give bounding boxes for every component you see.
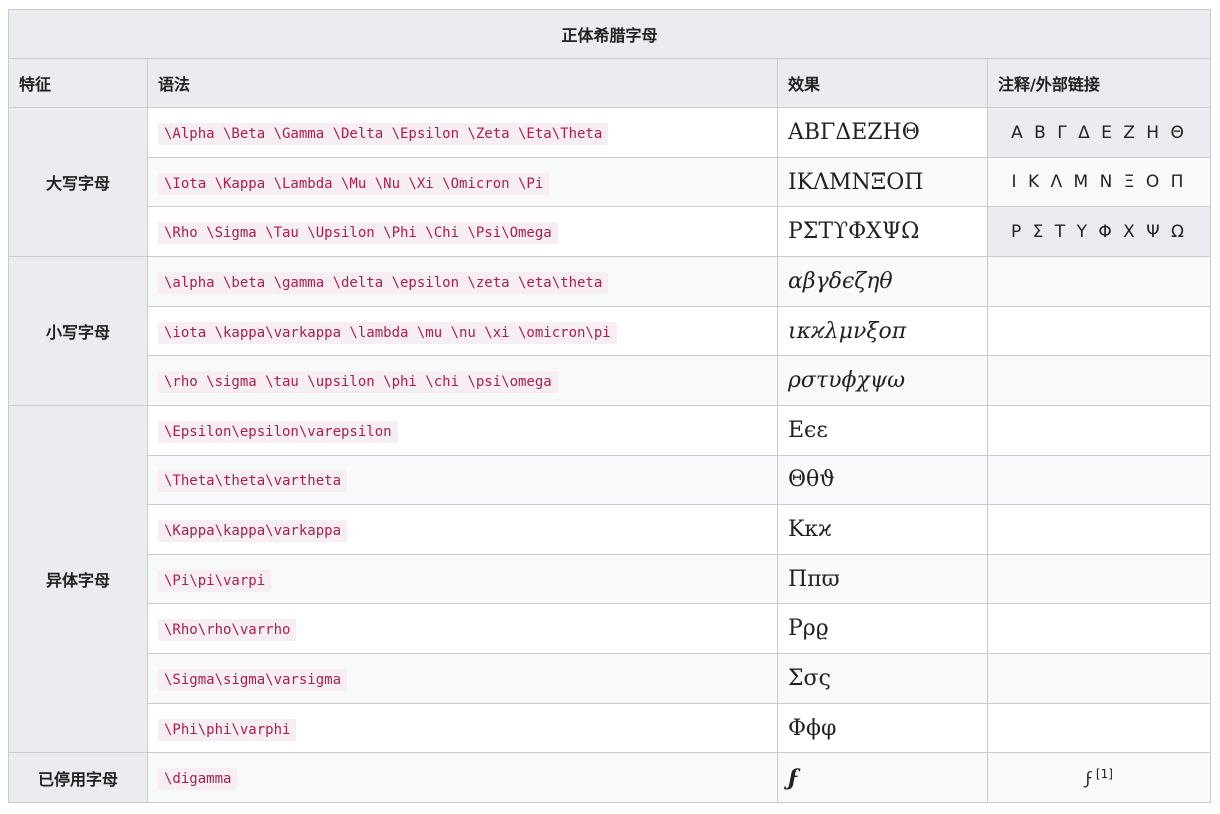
effect-cell: Ρρϱ [777,603,988,655]
header-effect: 效果 [777,57,988,109]
greek-letters-table: 正体希腊字母 特征 语法 效果 注释/外部链接 大写字母 \Alpha \Bet… [7,9,1212,803]
syntax-code: \Rho \Sigma \Tau \Upsilon \Phi \Chi \Psi… [158,222,558,245]
syntax-code: \Alpha \Beta \Gamma \Delta \Epsilon \Zet… [158,123,609,146]
effect-cell: αβγδϵζηθ [777,256,988,307]
syntax-code: \alpha \beta \gamma \delta \epsilon \zet… [158,271,609,294]
syntax-code: \Rho\rho\varrho [158,619,297,642]
note-cell [986,404,1212,456]
effect-cell: ΙΚΛΜΝΞΟΠ [777,156,988,208]
syntax-code: \rho \sigma \tau \upsilon \phi \chi \psi… [158,371,558,394]
note-cell [986,702,1212,754]
effect-cell: Φϕφ [777,702,988,754]
note-cell: Ι Κ Λ Μ Ν Ξ Ο Π [986,156,1212,208]
note-cell: Ρ Σ Τ Υ Φ Χ Ψ Ω [986,206,1212,258]
effect-cell: ΡΣΤϒΦΧΨΩ [777,206,988,258]
syntax-code: \Sigma\sigma\varsigma [158,668,348,691]
effect-cell: Κκϰ [777,504,988,555]
group-lowercase: 小写字母 [8,256,148,406]
note-cell [986,603,1212,655]
effect-cell: Εϵε [777,404,988,456]
group-obsolete: 已停用字母 [8,752,148,803]
note-cell: ϝ[1] [986,752,1212,803]
note-cell [986,305,1212,357]
effect-cell: ικϰλμνξοπ [777,305,988,357]
syntax-code: \Theta\theta\vartheta [158,470,348,493]
syntax-code: \digamma [158,768,238,791]
group-variants: 异体字母 [8,404,148,754]
syntax-code: \Pi\pi\varpi [158,569,272,592]
note-cell [986,504,1212,555]
effect-cell: ϝ [777,752,988,803]
syntax-code: \iota \kappa\varkappa \lambda \mu \nu \x… [158,321,617,344]
effect-cell: Θθϑ [777,454,988,506]
note-cell [986,653,1212,704]
note-cell [986,454,1212,506]
effect-cell: Ππϖ [777,553,988,605]
note-cell [986,553,1212,605]
digamma-glyph: ϝ [1085,768,1096,789]
group-uppercase: 大写字母 [8,107,148,258]
header-notes: 注释/外部链接 [986,57,1212,109]
note-cell: Α Β Γ Δ Ε Ζ Η Θ [986,107,1212,158]
header-feature: 特征 [8,57,148,109]
effect-cell: Σσς [777,653,988,704]
syntax-code: \Kappa\kappa\varkappa [158,520,348,543]
syntax-code: \Iota \Kappa \Lambda \Mu \Nu \Xi \Omicro… [158,172,550,195]
syntax-code: \Phi\phi\varphi [158,718,297,741]
effect-cell: ρστυϕχψω [777,355,988,406]
syntax-code: \Epsilon\epsilon\varepsilon [158,420,398,443]
note-cell [986,256,1212,307]
table-caption: 正体希腊字母 [7,9,1212,59]
header-syntax: 语法 [147,57,778,109]
effect-cell: ΑΒΓΔΕΖΗΘ [777,107,988,158]
reference-link[interactable]: [1] [1096,767,1113,781]
note-cell [986,355,1212,406]
